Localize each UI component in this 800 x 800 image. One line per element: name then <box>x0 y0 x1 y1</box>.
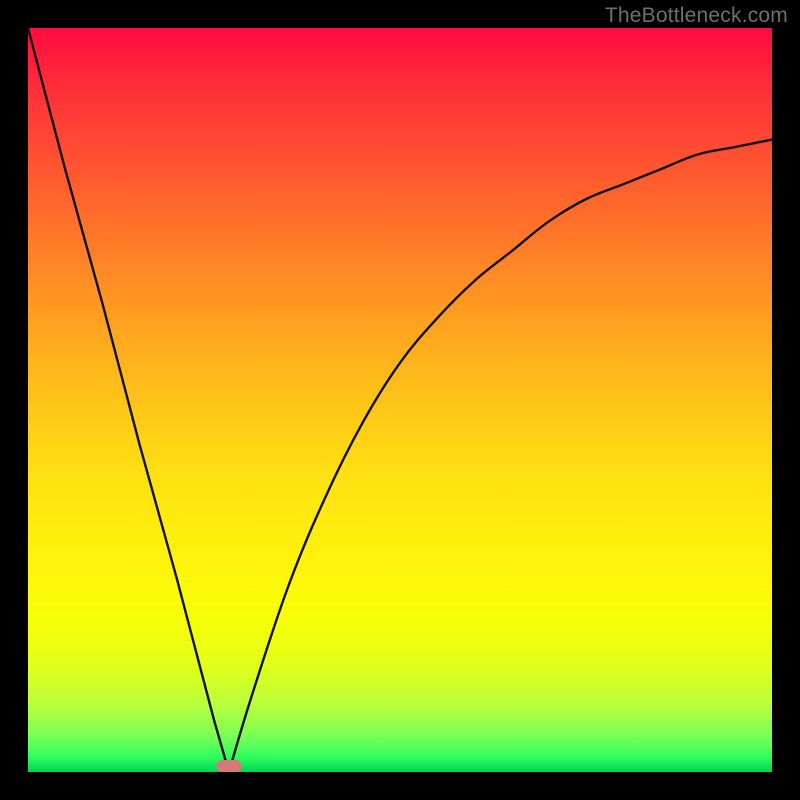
chart-right-line <box>229 140 772 772</box>
minimum-marker <box>216 760 242 772</box>
chart-left-line <box>28 28 229 772</box>
chart-plot-area <box>28 28 772 772</box>
watermark-text: TheBottleneck.com <box>605 4 788 28</box>
chart-curve <box>28 28 772 772</box>
